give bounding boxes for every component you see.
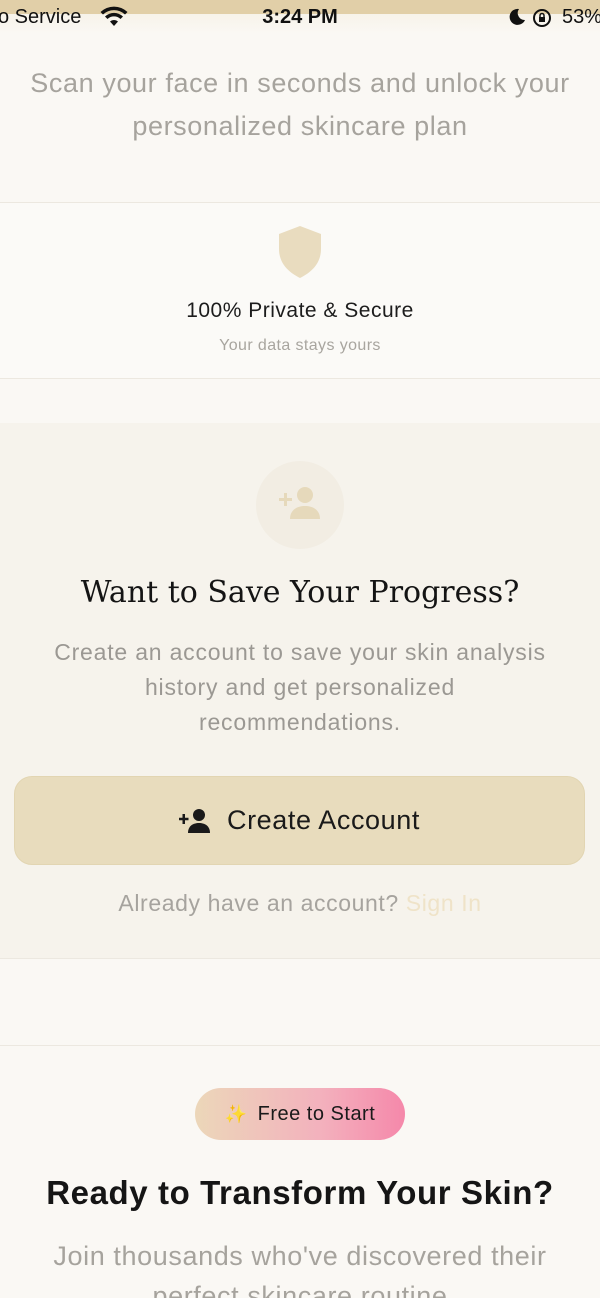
save-progress-description: Create an account to save your skin anal… — [20, 635, 580, 740]
save-progress-desc-line1: Create an account to save your skin anal… — [54, 639, 546, 665]
divider — [0, 378, 600, 379]
save-progress-card: Want to Save Your Progress? Create an ac… — [0, 423, 600, 958]
divider — [0, 958, 600, 959]
cta-desc-line2: perfect skincare routine — [152, 1281, 448, 1298]
intro-subtitle-line2: personalized skincare plan — [132, 111, 468, 141]
free-to-start-label: Free to Start — [257, 1102, 376, 1125]
moon-icon — [509, 8, 525, 25]
signin-link[interactable]: Sign In — [406, 890, 482, 916]
save-progress-desc-line3: recommendations. — [199, 709, 401, 735]
avatar — [256, 461, 344, 549]
shield-icon — [279, 226, 321, 278]
create-account-label: Create Account — [226, 805, 420, 835]
privacy-title: 100% Private & Secure — [186, 299, 414, 322]
battery-percent: 53% — [562, 6, 600, 28]
cta-title: Ready to Transform Your Skin? — [46, 1174, 554, 1211]
cta-desc-line1: Join thousands who've discovered their — [53, 1241, 547, 1271]
add-user-icon — [279, 487, 320, 519]
privacy-subtitle: Your data stays yours — [219, 337, 381, 354]
intro-subtitle-line1: Scan your face in seconds and unlock you… — [30, 68, 570, 98]
cta-section: ✨ Free to Start Ready to Transform Your … — [0, 1046, 600, 1298]
free-to-start-badge: ✨ Free to Start — [195, 1088, 405, 1140]
create-account-button[interactable]: Create Account — [14, 776, 585, 865]
status-bar: o Service 3:24 PM 53% — [0, 0, 600, 34]
signin-prompt: Already have an account? — [118, 890, 399, 916]
rotation-lock-icon — [533, 9, 551, 27]
intro-subtitle: Scan your face in seconds and unlock you… — [0, 62, 600, 148]
privacy-section: 100% Private & Secure Your data stays yo… — [0, 203, 600, 378]
signin-row: Already have an account? Sign In — [0, 890, 600, 917]
cta-description: Join thousands who've discovered their p… — [20, 1236, 580, 1298]
save-progress-desc-line2: history and get personalized — [144, 674, 456, 700]
sparkle-icon: ✨ — [224, 1103, 248, 1124]
save-progress-title: Want to Save Your Progress? — [80, 575, 520, 610]
add-user-icon — [178, 808, 210, 833]
